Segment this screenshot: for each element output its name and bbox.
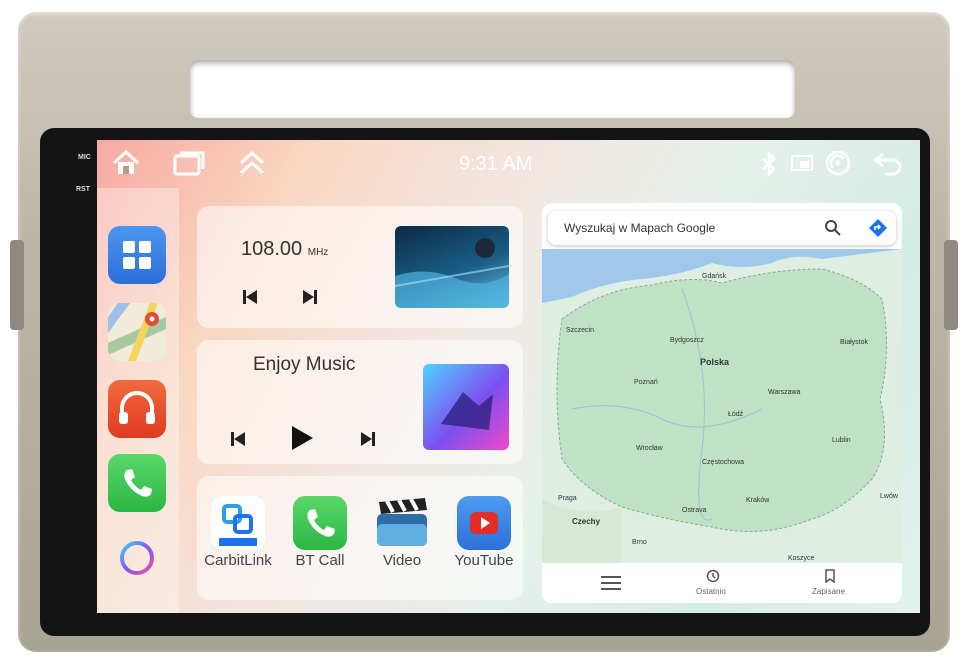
clock: 9:31 AM	[459, 153, 533, 175]
app-label: YouTube	[454, 552, 514, 569]
map-label-koszyce: Koszyce	[788, 555, 815, 562]
home-icon[interactable]	[111, 149, 141, 182]
app-dock	[97, 188, 179, 613]
youtube-icon	[457, 496, 511, 550]
app-carbitlink[interactable]: CarbitLink	[203, 496, 273, 569]
history-icon[interactable]	[706, 569, 720, 588]
headphones-icon[interactable]	[108, 380, 166, 438]
nav-saved[interactable]: Zapisane	[812, 587, 845, 596]
radio-prev-icon[interactable]	[241, 288, 259, 311]
recent-apps-icon[interactable]	[173, 150, 205, 181]
map-label-czechy: Czechy	[572, 517, 601, 526]
map-label-ostrava: Ostrava	[682, 507, 707, 514]
phone-icon[interactable]	[108, 454, 166, 512]
carbitlink-icon	[211, 496, 265, 550]
app-video[interactable]: Video	[367, 496, 437, 569]
map-label-lwow: Lwów	[880, 493, 898, 500]
music-prev-icon[interactable]	[229, 430, 247, 453]
screen-mirror-icon	[791, 154, 813, 177]
music-next-icon[interactable]	[359, 430, 377, 453]
back-icon[interactable]	[873, 150, 903, 181]
expand-up-icon[interactable]	[237, 150, 267, 181]
directions-icon[interactable]	[868, 218, 888, 243]
wifi-icon	[825, 150, 851, 181]
map-label-poznan: Poznań	[634, 379, 658, 386]
search-icon[interactable]	[824, 219, 842, 242]
bezel-left-tab	[10, 240, 24, 330]
mic-label: MIC	[78, 154, 91, 161]
app-youtube[interactable]: YouTube	[449, 496, 519, 569]
app-bt-call[interactable]: BT Call	[285, 496, 355, 569]
map-label-wroclaw: Wrocław	[636, 445, 663, 452]
map-label-czestochowa: Częstochowa	[702, 459, 745, 466]
rst-button[interactable]: RST	[76, 186, 90, 193]
map-label-bydgoszcz: Bydgoszcz	[670, 337, 704, 344]
bt-call-icon	[293, 496, 347, 550]
nav-recent[interactable]: Ostatnio	[696, 587, 726, 596]
google-maps-widget[interactable]: Wyszukaj w Mapach Google Gdańsk Szczecin…	[542, 203, 902, 603]
bezel-right-tab	[944, 240, 958, 330]
map-label-gdansk: Gdańsk	[702, 273, 727, 280]
radio-card[interactable]: 108.00 MHz	[197, 206, 523, 328]
status-bar: 9:31 AM	[97, 140, 920, 188]
map-label-polska: Polska	[700, 357, 730, 367]
bookmark-icon[interactable]	[824, 569, 836, 588]
music-title: Enjoy Music	[253, 354, 356, 375]
app-label: BT Call	[295, 552, 345, 569]
map-label-lodz: Łódź	[728, 411, 744, 418]
music-play-icon[interactable]	[289, 424, 315, 457]
frequency-unit: MHz	[307, 247, 329, 258]
map-label-warszawa: Warszawa	[768, 389, 801, 396]
map-view[interactable]: Gdańsk Szczecin Bydgoszcz Polska Białyst…	[542, 249, 902, 563]
map-search-bar[interactable]: Wyszukaj w Mapach Google	[548, 211, 896, 245]
music-artwork	[423, 364, 509, 450]
radio-artwork	[395, 226, 509, 308]
map-bottom-nav: Ostatnio Zapisane	[542, 563, 902, 603]
radio-next-icon[interactable]	[301, 288, 319, 311]
app-label: CarbitLink	[204, 552, 272, 569]
maps-icon[interactable]	[108, 303, 166, 361]
map-label-krakow: Kraków	[746, 497, 770, 504]
menu-icon[interactable]	[600, 575, 622, 596]
screen: 9:31 AM 108.00 MHz Enjoy Music CarbitLin…	[97, 140, 920, 613]
map-label-brno: Brno	[632, 539, 647, 546]
map-label-lublin: Lublin	[832, 437, 851, 444]
video-icon	[375, 496, 429, 550]
map-label-praga: Praga	[558, 495, 577, 502]
app-label: Video	[382, 552, 422, 569]
dashboard-slot	[190, 60, 795, 118]
apps-card: CarbitLink BT Call Video YouTube	[197, 476, 523, 600]
map-search-input[interactable]: Wyszukaj w Mapach Google	[564, 221, 715, 235]
app-grid-icon[interactable]	[108, 226, 166, 284]
assistant-ring-icon[interactable]	[117, 538, 157, 578]
radio-frequency: 108.00 MHz	[241, 238, 329, 260]
bluetooth-icon	[761, 150, 777, 181]
map-label-bialystok: Białystok	[840, 339, 869, 346]
music-card[interactable]: Enjoy Music	[197, 340, 523, 464]
map-label-szczecin: Szczecin	[566, 327, 595, 334]
